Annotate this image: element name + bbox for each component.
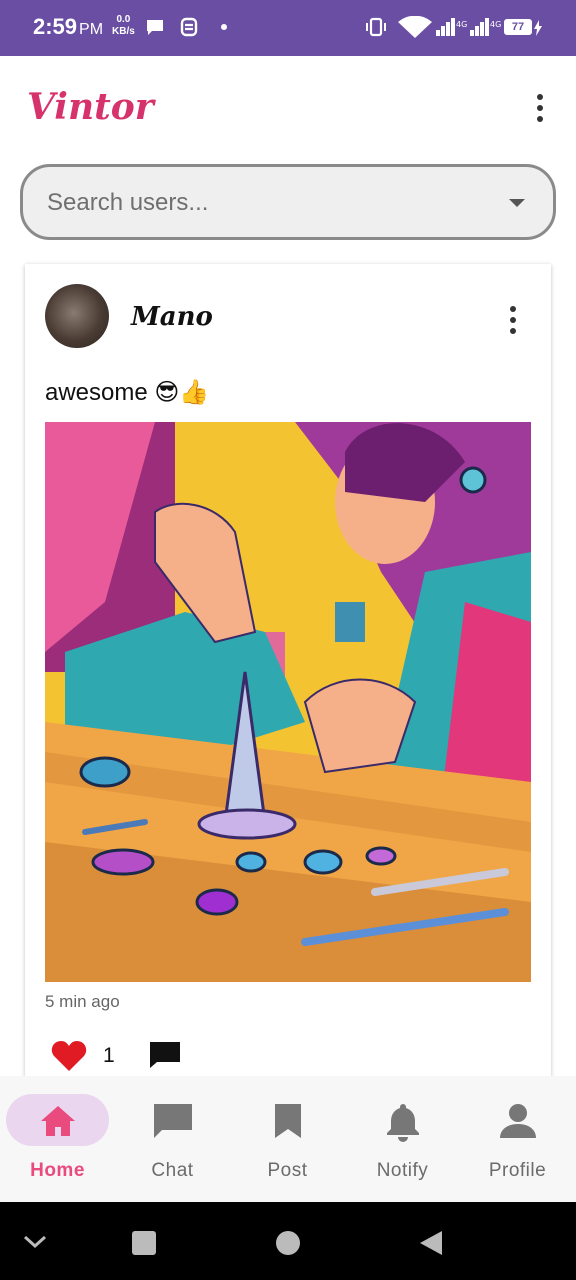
recent-apps-icon[interactable] — [131, 1230, 157, 1256]
post-caption: awesome 😎👍 — [45, 379, 210, 406]
bottom-navigation: Home Chat Post Notify Profile — [0, 1076, 576, 1202]
more-vert-icon-dot — [510, 317, 516, 323]
nav-item-profile[interactable]: Profile — [460, 1076, 575, 1202]
battery-icon: 77 — [504, 19, 532, 35]
like-count: 1 — [103, 1044, 115, 1067]
network-speed: 0.0 KB/s — [112, 14, 135, 38]
more-vert-icon-dot — [537, 116, 543, 122]
home-circle-icon[interactable] — [275, 1230, 301, 1256]
app-title: Vintor — [27, 86, 154, 128]
nav-label-post: Post — [267, 1160, 308, 1181]
status-time-value: 2:59 — [33, 14, 78, 39]
more-vert-icon — [510, 306, 516, 312]
more-notifications-dot-icon — [221, 24, 227, 30]
like-heart-icon[interactable] — [51, 1040, 87, 1072]
signal-icon-1: 4G — [436, 18, 467, 36]
nav-item-home[interactable]: Home — [0, 1076, 115, 1202]
post-overflow-menu-button[interactable] — [503, 304, 523, 336]
chat-icon — [154, 1104, 192, 1138]
system-navigation-bar — [0, 1202, 576, 1280]
post-timestamp: 5 min ago — [45, 992, 120, 1011]
post-image[interactable] — [45, 422, 531, 982]
vibrate-icon — [366, 17, 386, 37]
more-vert-icon-dot — [510, 328, 516, 334]
nav-item-post[interactable]: Post — [230, 1076, 345, 1202]
network-speed-value: 0.0 — [116, 14, 131, 25]
dropdown-arrow-icon[interactable] — [509, 199, 525, 207]
post-card: Mano awesome 😎👍 5 min ago 1 — [25, 264, 551, 1076]
app-header: Vintor — [0, 56, 576, 160]
overflow-menu-button[interactable] — [530, 92, 550, 124]
nav-item-notify[interactable]: Notify — [345, 1076, 460, 1202]
network-type-1: 4G — [456, 20, 467, 29]
app-notification-icon — [180, 17, 198, 37]
nav-label-home: Home — [30, 1160, 85, 1181]
status-time: 2:59 PM — [33, 14, 103, 40]
avatar[interactable] — [45, 284, 109, 348]
nav-label-profile: Profile — [488, 1160, 547, 1181]
message-bubble-icon — [147, 20, 163, 35]
bookmark-icon — [275, 1104, 301, 1138]
post-username[interactable]: Mano — [131, 302, 213, 332]
network-speed-unit: KB/s — [112, 26, 135, 37]
bell-icon — [387, 1104, 419, 1142]
search-users-dropdown[interactable]: Search users... — [20, 164, 556, 240]
nav-label-chat: Chat — [151, 1160, 194, 1181]
person-icon — [500, 1104, 536, 1138]
search-placeholder: Search users... — [47, 189, 209, 216]
comment-icon[interactable] — [149, 1040, 181, 1070]
signal-icon-2: 4G — [470, 18, 501, 36]
status-bar: 2:59 PM 0.0 KB/s 4G 4G 77 — [0, 0, 576, 56]
more-vert-icon — [537, 94, 543, 100]
wifi-icon — [398, 16, 432, 38]
nav-label-notify: Notify — [376, 1160, 429, 1181]
collapse-chevron-icon[interactable] — [22, 1232, 48, 1250]
nav-item-chat[interactable]: Chat — [115, 1076, 230, 1202]
status-ampm: PM — [79, 21, 104, 38]
charging-bolt-icon — [534, 20, 542, 36]
battery-level: 77 — [511, 21, 525, 33]
network-type-2: 4G — [490, 20, 501, 29]
home-icon — [41, 1106, 75, 1136]
back-triangle-icon[interactable] — [418, 1229, 444, 1257]
more-vert-icon-dot — [537, 105, 543, 111]
